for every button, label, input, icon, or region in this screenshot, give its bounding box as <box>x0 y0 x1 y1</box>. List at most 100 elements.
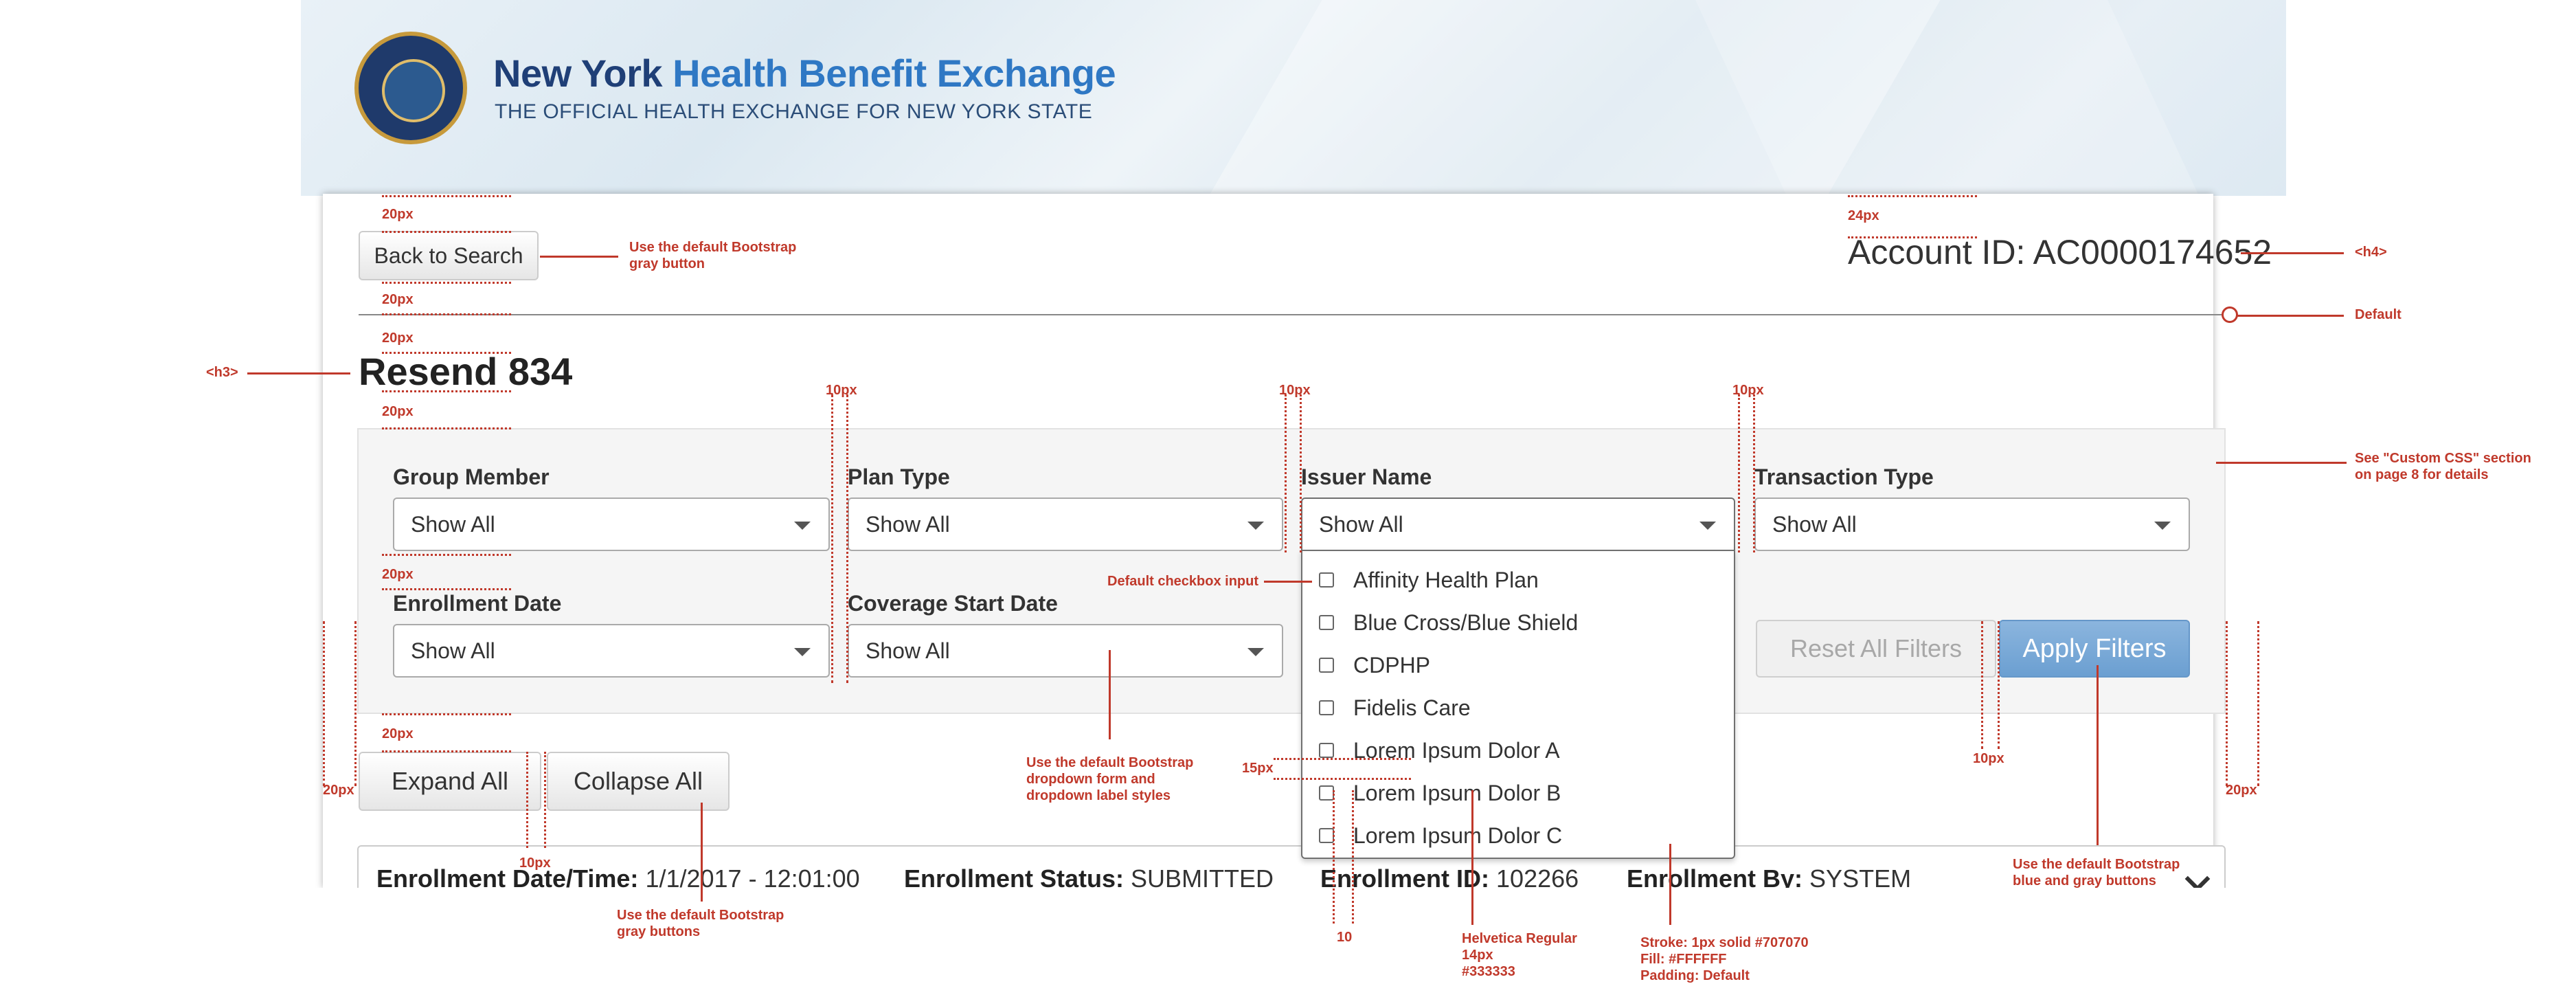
annotation-leader <box>247 372 350 374</box>
spacing-guide <box>382 313 511 315</box>
issuer-name-select[interactable]: Show All <box>1301 497 1735 551</box>
annotation-font: Helvetica Regular 14px #333333 <box>1462 930 1577 980</box>
issuer-option[interactable]: Blue Cross/Blue Shield <box>1302 602 1578 643</box>
spacing-label: 15px <box>1242 761 1274 776</box>
group-member-label: Group Member <box>393 465 550 489</box>
annotation-stroke: Stroke: 1px solid #707070 Fill: #FFFFFF Pa… <box>1640 935 1809 984</box>
page-title: Resend 834 <box>359 350 573 393</box>
annotation-dropdown: Use the default Bootstrap dropdown form a… <box>1026 754 1193 804</box>
annotation-text: Use the default Bootstrap <box>629 240 797 255</box>
issuer-option[interactable]: Lorem Ipsum Dolor A <box>1302 730 1560 771</box>
coverage-start-date-label: Coverage Start Date <box>848 591 1058 616</box>
spacing-label: 20px <box>2226 783 2257 798</box>
issuer-option-label: Fidelis Care <box>1353 695 1471 720</box>
apply-filters-button[interactable]: Apply Filters <box>1999 620 2190 678</box>
coverage-start-date-select[interactable]: Show All <box>848 624 1283 678</box>
annotation-marker <box>2222 306 2238 323</box>
annotation-text: gray buttons <box>617 924 701 939</box>
spacing-guide <box>831 394 833 683</box>
annotation-leader <box>2216 462 2347 464</box>
annotation-default: Default <box>2355 307 2402 322</box>
spacing-guide <box>1333 790 1335 924</box>
annotation-leader <box>2234 315 2344 317</box>
annotation-h3: <h3> <box>206 365 238 380</box>
annotation-text: Use the default Bootstrap <box>2013 857 2180 872</box>
chevron-down-icon <box>794 522 811 530</box>
spacing-guide <box>1274 778 1411 780</box>
spacing-guide <box>1753 394 1755 552</box>
spacing-guide <box>1981 621 1983 749</box>
annotation-leader <box>1264 581 1312 583</box>
chevron-down-icon <box>1699 522 1716 530</box>
spacing-label: 10px <box>1279 383 1311 398</box>
canvas-bottom <box>0 888 2576 979</box>
annotation-text: gray button <box>629 256 705 271</box>
spacing-label: 10px <box>519 856 551 871</box>
group-member-select[interactable]: Show All <box>393 497 830 551</box>
checkbox[interactable] <box>1319 700 1334 715</box>
plan-type-select[interactable]: Show All <box>848 497 1283 551</box>
checkbox[interactable] <box>1319 743 1334 758</box>
issuer-option[interactable]: CDPHP <box>1302 645 1430 686</box>
annotation-leader <box>1471 790 1473 925</box>
spacing-guide <box>1848 195 1977 197</box>
spacing-guide <box>382 352 511 354</box>
issuer-option-label: Affinity Health Plan <box>1353 567 1539 592</box>
spacing-guide <box>382 282 511 284</box>
brand-title-secondary: Health Benefit Exchange <box>673 52 1116 95</box>
spacing-guide <box>382 713 511 715</box>
issuer-option[interactable]: Affinity Health Plan <box>1302 559 1539 601</box>
issuer-option[interactable]: Fidelis Care <box>1302 687 1471 728</box>
checkbox[interactable] <box>1319 572 1334 588</box>
coverage-start-date-value: Show All <box>866 638 950 663</box>
issuer-option[interactable]: Lorem Ipsum Dolor C <box>1302 815 1562 856</box>
checkbox[interactable] <box>1319 785 1334 801</box>
enrollment-date-label: Enrollment Date <box>393 591 562 616</box>
spacing-label: 20px <box>382 331 414 346</box>
spacing-label: 20px <box>382 404 414 419</box>
spacing-guide <box>1738 394 1740 552</box>
spacing-guide <box>526 752 528 848</box>
spacing-guide <box>1352 790 1354 924</box>
chevron-down-icon <box>2154 522 2171 530</box>
transaction-type-select[interactable]: Show All <box>1754 497 2190 551</box>
spacing-label: 20px <box>382 292 414 307</box>
annotation-text: Helvetica Regular <box>1462 931 1577 946</box>
annotation-text: #333333 <box>1462 964 1515 979</box>
plan-type-label: Plan Type <box>848 465 950 489</box>
spacing-guide <box>1285 394 1287 552</box>
annotation-text: Use the default Bootstrap <box>1026 755 1194 770</box>
chevron-down-icon <box>1247 522 1264 530</box>
brand-title[interactable]: New York Health Benefit Exchange <box>493 51 1116 96</box>
annotation-text: Fill: #FFFFFF <box>1640 952 1727 967</box>
spacing-guide <box>382 390 511 392</box>
spacing-label: 24px <box>1848 208 1879 223</box>
expand-all-button[interactable]: Expand All <box>359 752 541 811</box>
spacing-label: 20px <box>323 783 354 798</box>
spacing-guide <box>382 231 511 233</box>
spacing-label: 20px <box>382 726 414 741</box>
spacing-guide <box>2257 621 2259 786</box>
checkbox[interactable] <box>1319 658 1334 673</box>
annotation-leader <box>2097 665 2099 845</box>
issuer-name-value: Show All <box>1319 511 1403 537</box>
checkbox[interactable] <box>1319 615 1334 630</box>
checkbox[interactable] <box>1319 828 1334 843</box>
enrollment-date-select[interactable]: Show All <box>393 624 830 678</box>
annotation-text: See "Custom CSS" section <box>2355 451 2531 466</box>
spacing-guide <box>1274 758 1411 760</box>
back-to-search-button[interactable]: Back to Search <box>359 231 539 280</box>
spacing-guide <box>382 554 511 556</box>
spacing-label: 10px <box>826 383 857 398</box>
reset-all-filters-button[interactable]: Reset All Filters <box>1756 620 1996 678</box>
spacing-guide <box>1998 621 2000 749</box>
spacing-guide <box>382 588 511 590</box>
ny-state-seal-icon[interactable] <box>354 32 467 144</box>
spacing-guide <box>544 752 546 848</box>
divider <box>359 314 2227 315</box>
transaction-type-value: Show All <box>1772 511 1857 537</box>
issuer-name-label: Issuer Name <box>1301 465 1432 489</box>
spacing-label: 20px <box>382 207 414 222</box>
site-header: New York Health Benefit Exchange THE OFF… <box>301 0 2286 196</box>
spacing-guide <box>354 621 357 786</box>
